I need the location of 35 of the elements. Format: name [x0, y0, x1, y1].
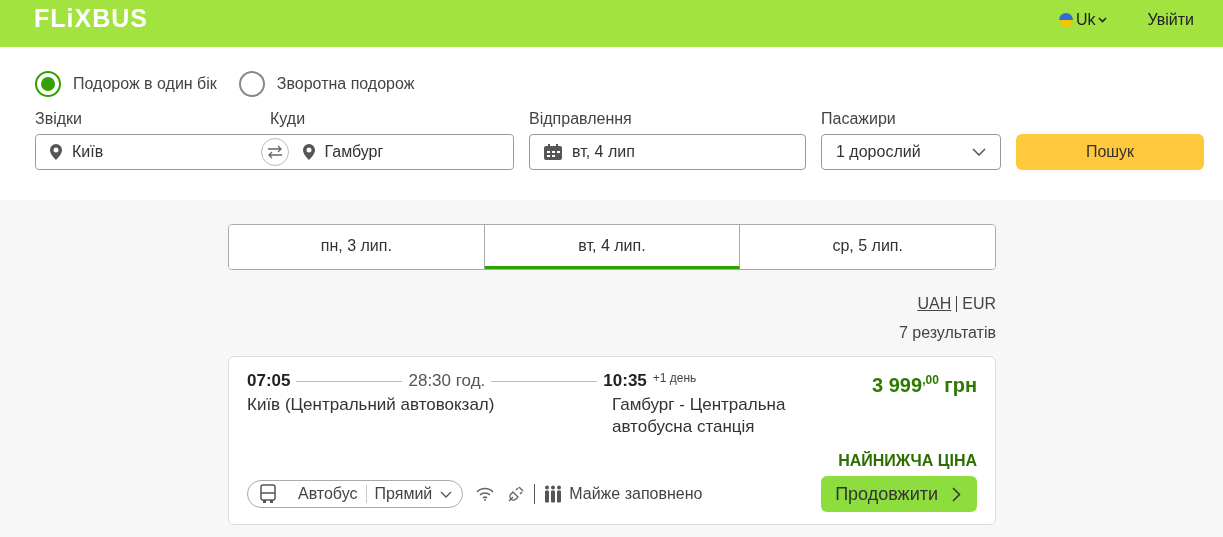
arrival-station: Гамбург - Центральна автобусна станція — [612, 394, 787, 438]
trip-type-radio[interactable]: Зворотна подорож — [238, 71, 415, 97]
caret-icon — [1098, 17, 1108, 23]
date-field[interactable]: вт, 4 лип — [529, 134, 806, 170]
lowest-price-label: НАЙНИЖЧА ЦІНА — [838, 452, 977, 470]
departure-station: Київ (Центральний автовокзал) — [247, 394, 496, 416]
people-icon — [544, 485, 563, 503]
passengers-select[interactable]: 1 дорослий — [821, 134, 1001, 170]
field-label: Куди — [270, 110, 306, 128]
results-count: 7 результатів — [897, 324, 996, 342]
availability-text: Майже заповнено — [569, 485, 703, 503]
search-button[interactable]: Пошук — [1016, 134, 1204, 170]
trip-details-toggle[interactable]: Автобус Прямий — [247, 480, 464, 508]
date-tab[interactable]: вт, 4 лип. — [484, 225, 741, 269]
chevron-down-icon — [972, 148, 986, 156]
day-offset: +1 день — [652, 371, 697, 385]
arrival-time: 10:35 — [603, 371, 647, 391]
departure-time: 07:05 — [247, 371, 291, 391]
currency-link[interactable]: UAH — [917, 295, 952, 313]
field-label: Звідки — [35, 110, 82, 128]
currency-link[interactable]: EUR — [962, 295, 996, 313]
chevron-down-icon — [440, 490, 453, 498]
flag-icon — [1058, 13, 1073, 27]
duration: 28:30 год. — [408, 371, 486, 391]
login-link[interactable]: Увійти — [1147, 11, 1194, 29]
field-label: Пасажири — [821, 110, 897, 128]
calendar-icon — [544, 144, 562, 160]
field-label: Відправлення — [529, 110, 633, 128]
price: 3 999$^{,00}$ грн — [872, 372, 977, 398]
bus-icon — [260, 484, 276, 504]
date-tab[interactable]: пн, 3 лип. — [229, 225, 485, 269]
continue-button[interactable]: Продовжити — [821, 476, 977, 512]
language-selector[interactable]: Uk — [1058, 11, 1108, 29]
chevron-right-icon — [952, 486, 961, 502]
trip-type-radio[interactable]: Подорож в один бік — [35, 71, 217, 97]
